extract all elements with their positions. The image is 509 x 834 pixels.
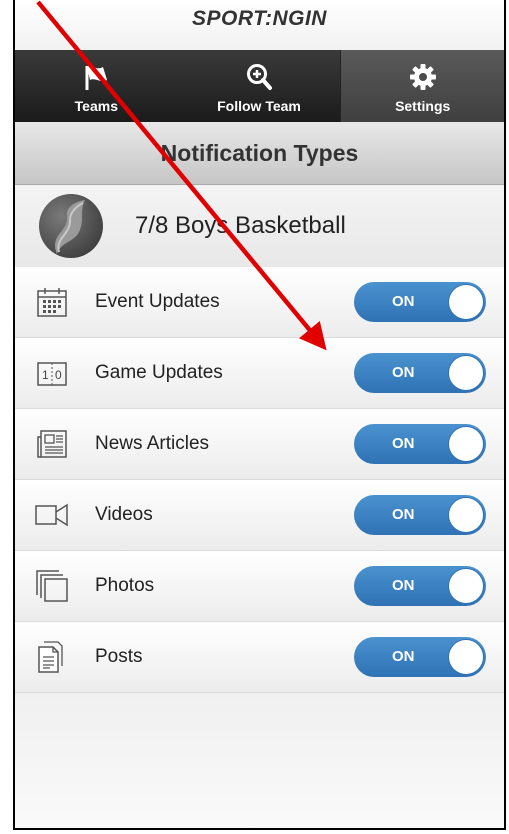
notification-type-list: Event Updates ON 1 0 Game Updates ON New… [15,267,504,693]
posts-label: Posts [95,646,143,667]
videos-label: Videos [95,504,153,525]
toggle-state-label: ON [392,506,415,523]
toggle-knob [448,568,484,604]
videos-toggle[interactable]: ON [354,495,486,535]
toggle-knob [448,639,484,675]
sportngin-logo: SPORT:NGIN [192,7,327,30]
event-updates-toggle[interactable]: ON [354,282,486,322]
team-header: 7/8 Boys Basketball [15,185,504,268]
toggle-knob [448,497,484,533]
list-item-videos: Videos ON [15,480,504,551]
posts-toggle[interactable]: ON [354,637,486,677]
tab-follow-team[interactable]: Follow Team [178,50,341,122]
app-frame: SPORT:NGIN Teams Follow Team Settings No… [13,0,506,830]
list-item-posts: Posts ON [15,622,504,693]
document-icon [35,640,69,674]
calendar-icon [35,285,69,319]
game-updates-label: Game Updates [95,362,223,383]
tab-bar: Teams Follow Team Settings [15,50,504,122]
gear-icon [408,62,438,92]
flag-icon [81,62,111,92]
zoom-in-icon [244,62,274,92]
photos-icon [35,569,69,603]
toggle-knob [448,426,484,462]
svg-text:0: 0 [55,368,62,382]
news-articles-label: News Articles [95,433,210,454]
list-item-game-updates: 1 0 Game Updates ON [15,338,504,409]
video-camera-icon [35,498,69,532]
game-updates-toggle[interactable]: ON [354,353,486,393]
team-name: 7/8 Boys Basketball [135,212,346,239]
tab-follow-team-label: Follow Team [217,98,301,114]
team-avatar [39,194,103,258]
news-articles-toggle[interactable]: ON [354,424,486,464]
toggle-knob [448,284,484,320]
list-item-photos: Photos ON [15,551,504,622]
tab-settings[interactable]: Settings [340,50,504,122]
toggle-knob [448,355,484,391]
toggle-state-label: ON [392,293,415,310]
tab-settings-label: Settings [395,98,451,114]
svg-text:1: 1 [42,368,49,382]
scoreboard-icon: 1 0 [35,356,69,390]
brand-header: SPORT:NGIN [15,0,504,50]
page-title-bar: Notification Types [15,122,504,185]
toggle-state-label: ON [392,648,415,665]
toggle-state-label: ON [392,577,415,594]
newspaper-icon [35,427,69,461]
photos-label: Photos [95,575,155,596]
empty-content-area [15,693,504,828]
toggle-state-label: ON [392,364,415,381]
photos-toggle[interactable]: ON [354,566,486,606]
toggle-state-label: ON [392,435,415,452]
list-item-news-articles: News Articles ON [15,409,504,480]
list-item-event-updates: Event Updates ON [15,267,504,338]
tab-teams-label: Teams [74,98,118,114]
event-updates-label: Event Updates [95,291,220,312]
tab-teams[interactable]: Teams [15,50,178,122]
page-title: Notification Types [160,139,359,166]
